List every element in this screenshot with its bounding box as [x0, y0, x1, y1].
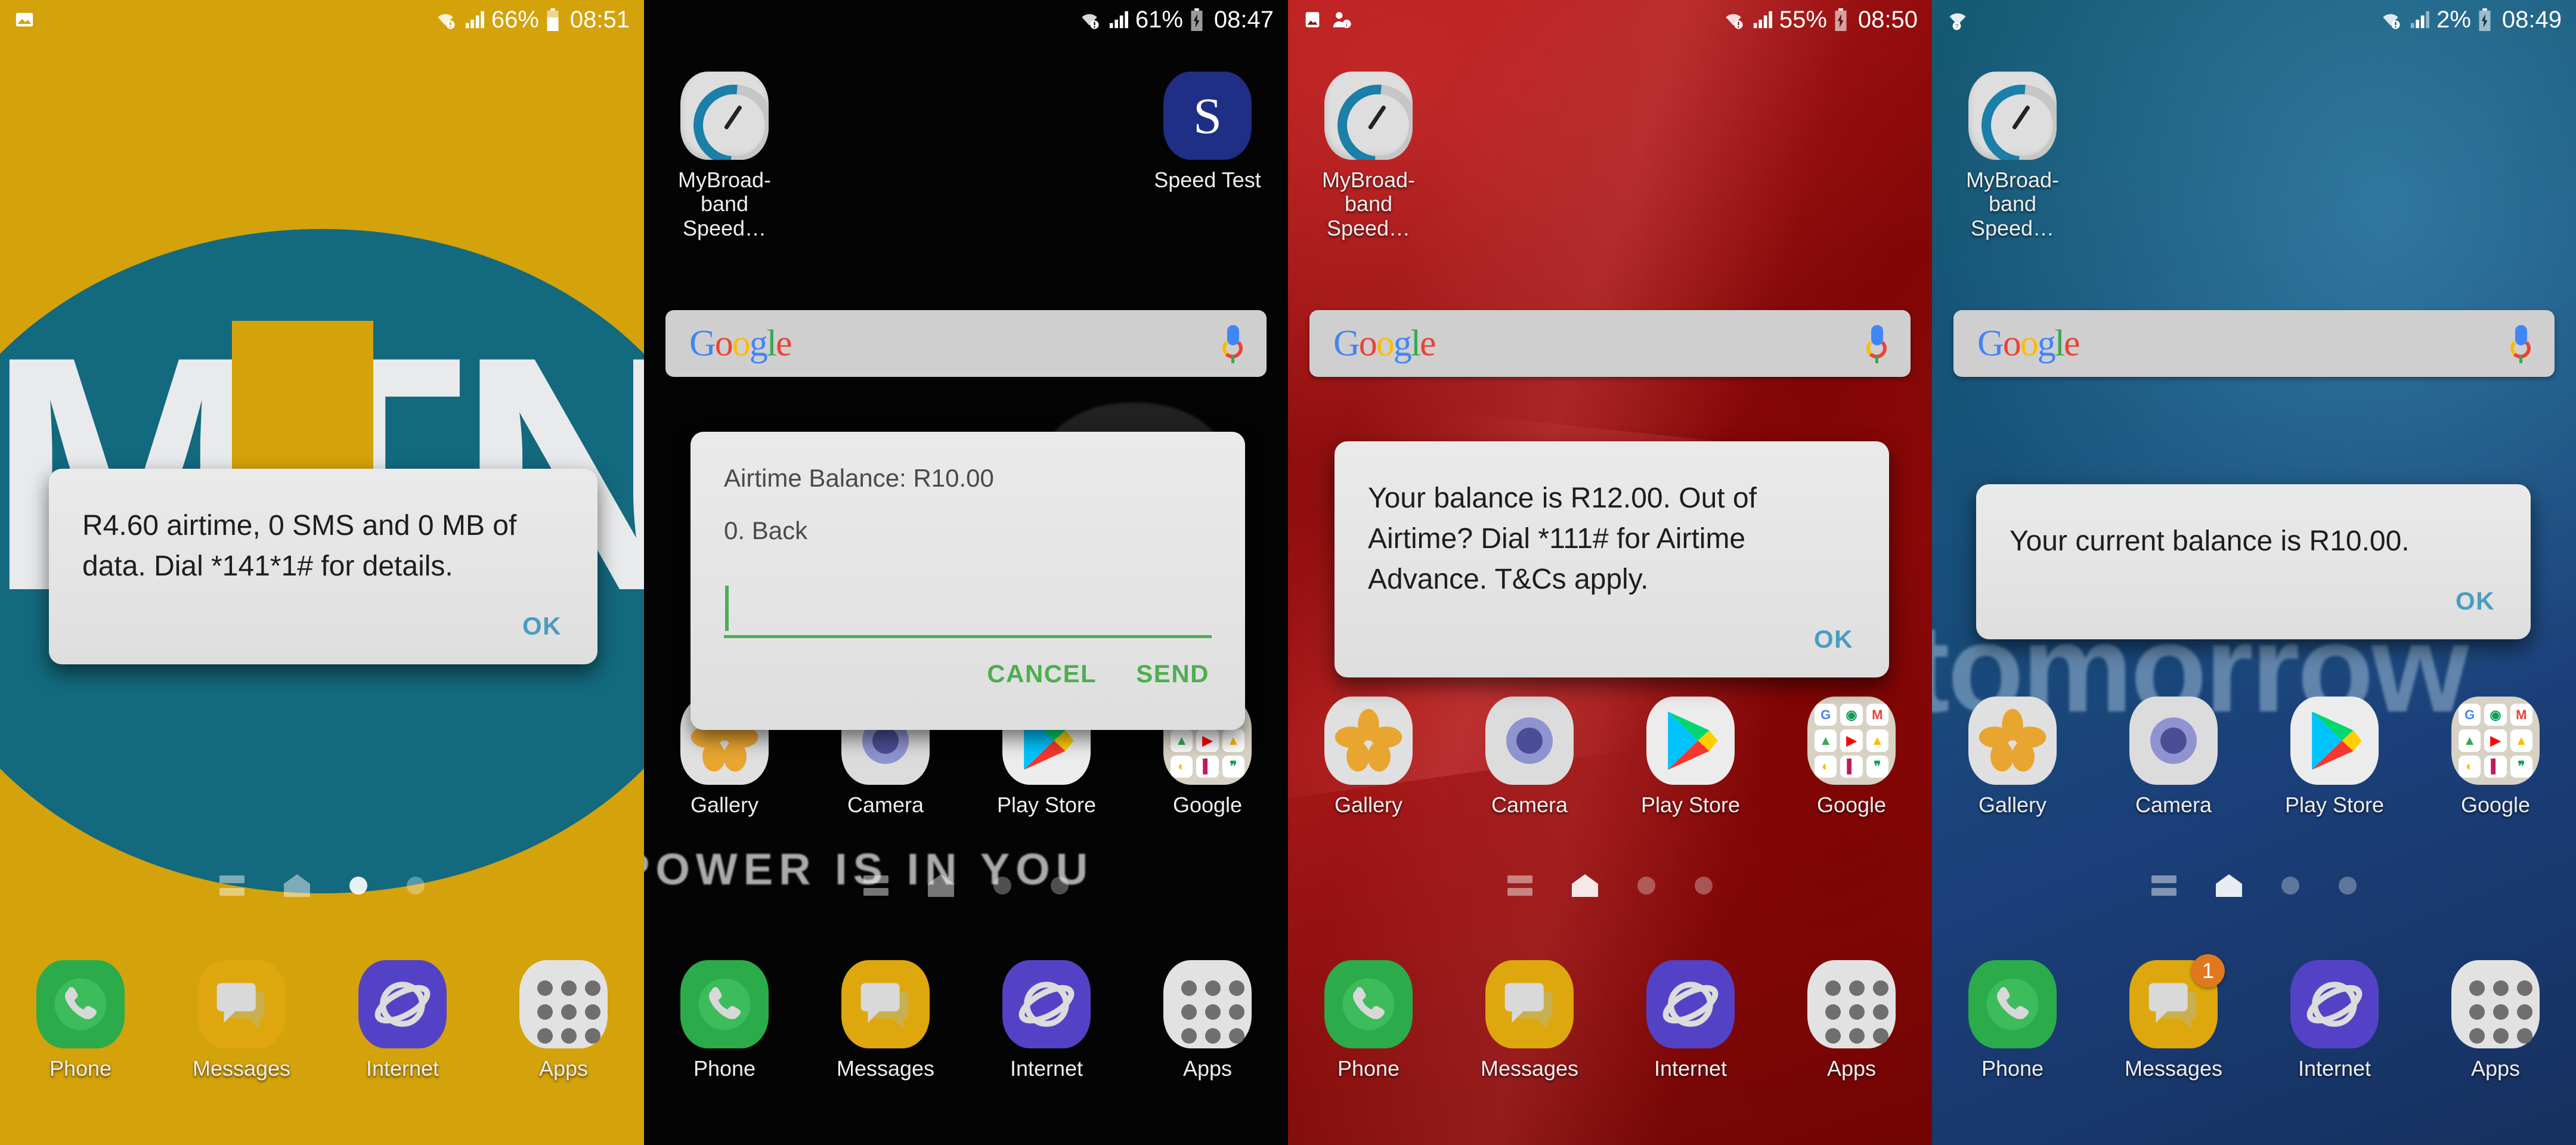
- battery-charging-icon: [1191, 8, 1203, 31]
- panel-red: i 55% 08:50 MyBroad-band Speed… Google G…: [1288, 0, 1932, 1145]
- ussd-input-field[interactable]: [724, 581, 1212, 638]
- battery-charging-icon: [1835, 8, 1847, 31]
- battery-icon: [547, 8, 559, 31]
- text-caret: [725, 586, 729, 631]
- contact-icon: i: [1333, 12, 1351, 29]
- panel-blue: tomorrow ? 2% 08:49 MyBroad-band Speed… …: [1932, 0, 2576, 1145]
- dialog-message: R4.60 airtime, 0 SMS and 0 MB of data. D…: [82, 510, 517, 583]
- signal-bars-icon: [1753, 11, 1772, 29]
- svg-text:?: ?: [1955, 23, 1959, 30]
- svg-text:i: i: [1346, 22, 1347, 29]
- cancel-button[interactable]: CANCEL: [987, 660, 1097, 688]
- airtime-balance-dialog: R4.60 airtime, 0 SMS and 0 MB of data. D…: [49, 469, 597, 665]
- battery-percentage: 66%: [491, 6, 539, 33]
- screenshot-strip: MTN: [0, 0, 2576, 1145]
- dialog-ok-button[interactable]: OK: [522, 612, 562, 640]
- wifi-alert-icon: [438, 14, 455, 29]
- status-clock: 08:50: [1857, 6, 1918, 33]
- dialog-ok-button[interactable]: OK: [2456, 587, 2495, 615]
- battery-percentage: 61%: [1135, 6, 1183, 33]
- panel-mtn-yellow: MTN: [0, 0, 644, 1145]
- signal-bars-icon: [1109, 11, 1128, 29]
- status-bar: ? 2% 08:49: [1932, 0, 2576, 39]
- battery-percentage: 55%: [1779, 6, 1827, 33]
- panel-black: O POWER IS IN YOU 61%: [644, 0, 1288, 1145]
- dialog-message: Your current balance is R10.00.: [2010, 525, 2410, 557]
- ussd-input-dialog: Airtime Balance: R10.00 0. Back CANCEL S…: [691, 432, 1245, 730]
- dialog-ok-button[interactable]: OK: [1814, 625, 1853, 654]
- wifi-alert-icon: [2383, 14, 2400, 29]
- wifi-alert-icon: [1726, 14, 1743, 29]
- image-icon: [1305, 12, 1320, 27]
- battery-percentage: 2%: [2436, 6, 2471, 33]
- signal-bars-icon: [2410, 11, 2430, 29]
- send-button[interactable]: SEND: [1136, 660, 1209, 688]
- image-icon: [16, 13, 33, 27]
- wifi-question-icon: ?: [1949, 13, 1966, 30]
- ussd-option: 0. Back: [724, 516, 808, 544]
- status-bar: i 55% 08:50: [1288, 0, 1932, 39]
- status-bar: 66% 08:51: [0, 0, 644, 39]
- status-bar: 61% 08:47: [644, 0, 1288, 39]
- dialog-message: Your balance is R12.00. Out of Airtime? …: [1368, 482, 1757, 596]
- balance-dialog: Your current balance is R10.00. OK: [1976, 484, 2531, 640]
- wifi-alert-icon: [1082, 14, 1099, 29]
- battery-charging-icon: [2479, 8, 2491, 31]
- airtime-balance-dialog: Your balance is R12.00. Out of Airtime? …: [1335, 441, 1889, 678]
- status-clock: 08:51: [569, 6, 630, 33]
- ussd-title: Airtime Balance: R10.00: [724, 464, 994, 492]
- status-clock: 08:49: [2501, 6, 2562, 33]
- signal-bars-icon: [465, 11, 484, 29]
- status-clock: 08:47: [1213, 6, 1274, 33]
